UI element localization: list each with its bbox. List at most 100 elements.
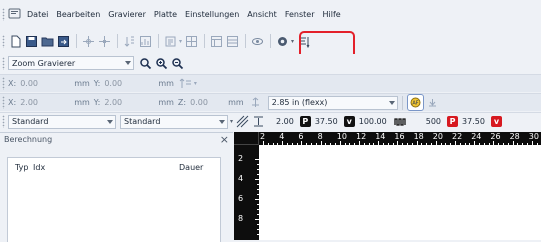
- hatch-pattern-icon[interactable]: [235, 114, 250, 129]
- y-label: Y:: [93, 79, 101, 88]
- toolbar-separator: [245, 34, 247, 48]
- power-value[interactable]: 37.50: [315, 117, 338, 126]
- y2-unit: mm: [158, 98, 174, 107]
- engraving-canvas-area: 2 4 6 8 10 12 14 16 18 20 22 24 26 28 30 2468: [234, 132, 541, 240]
- toolbar-separator: [401, 95, 403, 110]
- chevron-down-icon[interactable]: ▾: [230, 118, 233, 125]
- z-unit: mm: [228, 98, 244, 107]
- menu-item-hilfe[interactable]: Hilfe: [323, 10, 341, 19]
- x-value-field[interactable]: 0.00: [20, 79, 74, 88]
- ruler-label: 6: [238, 194, 244, 203]
- column-header-typ[interactable]: Typ: [15, 163, 33, 172]
- menu-grip: [2, 7, 5, 21]
- depth-icon[interactable]: [251, 114, 266, 129]
- z-value-field[interactable]: 0.00: [190, 98, 228, 107]
- chevron-down-icon[interactable]: ▾: [194, 80, 197, 87]
- open-folder-icon[interactable]: [40, 34, 55, 49]
- focus-line-icon[interactable]: [425, 95, 440, 110]
- gear-icon[interactable]: [275, 34, 290, 49]
- toolbar-separator: [204, 34, 206, 48]
- ruler-label: 6: [298, 132, 304, 141]
- chevron-down-icon[interactable]: ▾: [179, 38, 182, 45]
- ruler-label: 14: [375, 132, 386, 141]
- ruler-label: 16: [394, 132, 405, 141]
- coordinates-toolbar-2: X: 2.00 mm Y: 2.00 mm Z: 0.00 mm 2.85 in…: [0, 93, 541, 111]
- ruler-label: 8: [238, 214, 244, 223]
- preset-select-1[interactable]: Standard: [8, 114, 116, 129]
- autofocus-icon[interactable]: AF: [406, 94, 424, 111]
- menu-item-datei[interactable]: Datei: [27, 10, 48, 19]
- new-document-icon[interactable]: [8, 34, 23, 49]
- align-icon[interactable]: [178, 76, 193, 91]
- preset-select-2[interactable]: Standard: [120, 114, 228, 129]
- menu-item-platte[interactable]: Platte: [154, 10, 177, 19]
- params-grip: [2, 115, 5, 128]
- power2-badge: P: [447, 116, 459, 127]
- column-header-idx[interactable]: Idx: [33, 163, 179, 172]
- zoom-out-icon[interactable]: [170, 56, 185, 71]
- x-label: X:: [8, 79, 17, 88]
- coords-grip: [2, 77, 5, 90]
- grid-icon[interactable]: [184, 34, 199, 49]
- menu-item-gravierer[interactable]: Gravierer: [108, 10, 146, 19]
- menu-item-bearbeiten[interactable]: Bearbeiten: [56, 10, 100, 19]
- ruler-label: 10: [336, 132, 347, 141]
- z-axis-icon[interactable]: [248, 95, 263, 110]
- menu-item-einstellungen[interactable]: Einstellungen: [185, 10, 239, 19]
- velocity-value[interactable]: 100.00: [359, 117, 387, 126]
- export-icon[interactable]: [56, 34, 71, 49]
- horizontal-ruler: 2 4 6 8 10 12 14 16 18 20 22 24 26 28 30: [234, 132, 541, 145]
- toolbar-separator: [158, 34, 159, 48]
- zoom-select[interactable]: Zoom Gravierer: [8, 56, 134, 70]
- crosshair-icon[interactable]: [81, 34, 96, 49]
- power2-value[interactable]: 37.50: [462, 117, 485, 126]
- toolbar-separator: [76, 34, 77, 48]
- frequency-value[interactable]: 500: [426, 117, 441, 126]
- flex-select[interactable]: 2.85 in (flexx): [267, 95, 398, 110]
- close-icon[interactable]: ×: [220, 134, 229, 145]
- flex-select-value: 2.85 in (flexx): [271, 98, 328, 107]
- depth-value[interactable]: 2.00: [276, 117, 294, 126]
- save-icon[interactable]: [24, 34, 39, 49]
- coordinates-toolbar-1: X: 0.00 mm Y: 0.00 mm ▾: [0, 74, 541, 92]
- ruler-label: 18: [413, 132, 424, 141]
- document-edit-icon[interactable]: [163, 34, 178, 49]
- preset-select-1-value: Standard: [12, 117, 49, 126]
- zoom-in-icon[interactable]: [154, 56, 169, 71]
- panel-title: Berechnung: [4, 135, 53, 144]
- canvas-surface[interactable]: [259, 145, 541, 240]
- x2-unit: mm: [74, 98, 90, 107]
- preset-select-2-value: Standard: [124, 117, 161, 126]
- ruler-label: 2: [260, 132, 266, 141]
- chevron-down-icon: [388, 100, 395, 105]
- table-icon[interactable]: [225, 34, 240, 49]
- chevron-down-icon[interactable]: ▾: [291, 38, 294, 45]
- column-header-dauer[interactable]: Dauer: [179, 163, 203, 172]
- chevron-down-icon: [107, 119, 113, 124]
- sort-down-icon[interactable]: [122, 34, 137, 49]
- z-label: Z:: [177, 98, 187, 107]
- x-unit: mm: [74, 79, 90, 88]
- ruler-label: 4: [279, 132, 285, 141]
- view-eye-icon[interactable]: [250, 34, 265, 49]
- table-header: Typ Idx Dauer: [8, 158, 220, 172]
- zoom-search-icon[interactable]: [138, 56, 153, 71]
- toolbar-grip: [2, 34, 5, 48]
- power-badge: P: [299, 116, 311, 127]
- origin-icon[interactable]: [97, 34, 112, 49]
- velocity2-badge: v: [490, 116, 502, 127]
- x2-value-field[interactable]: 2.00: [20, 98, 74, 107]
- velocity-badge: v: [343, 116, 355, 127]
- ruler-label: 26: [490, 132, 501, 141]
- y2-value-field[interactable]: 2.00: [104, 98, 158, 107]
- y-value-field[interactable]: 0.00: [104, 79, 158, 88]
- y2-label: Y:: [93, 98, 101, 107]
- layout-icon[interactable]: [209, 34, 224, 49]
- ruler-label: 28: [509, 132, 520, 141]
- menu-item-fenster[interactable]: Fenster: [285, 10, 315, 19]
- calculation-panel: Berechnung × Typ Idx Dauer: [0, 132, 233, 242]
- zoom-select-value: Zoom Gravierer: [12, 58, 76, 68]
- chart-icon[interactable]: [138, 34, 153, 49]
- app-menu-icon[interactable]: [8, 8, 21, 20]
- menu-item-ansicht[interactable]: Ansicht: [247, 10, 277, 19]
